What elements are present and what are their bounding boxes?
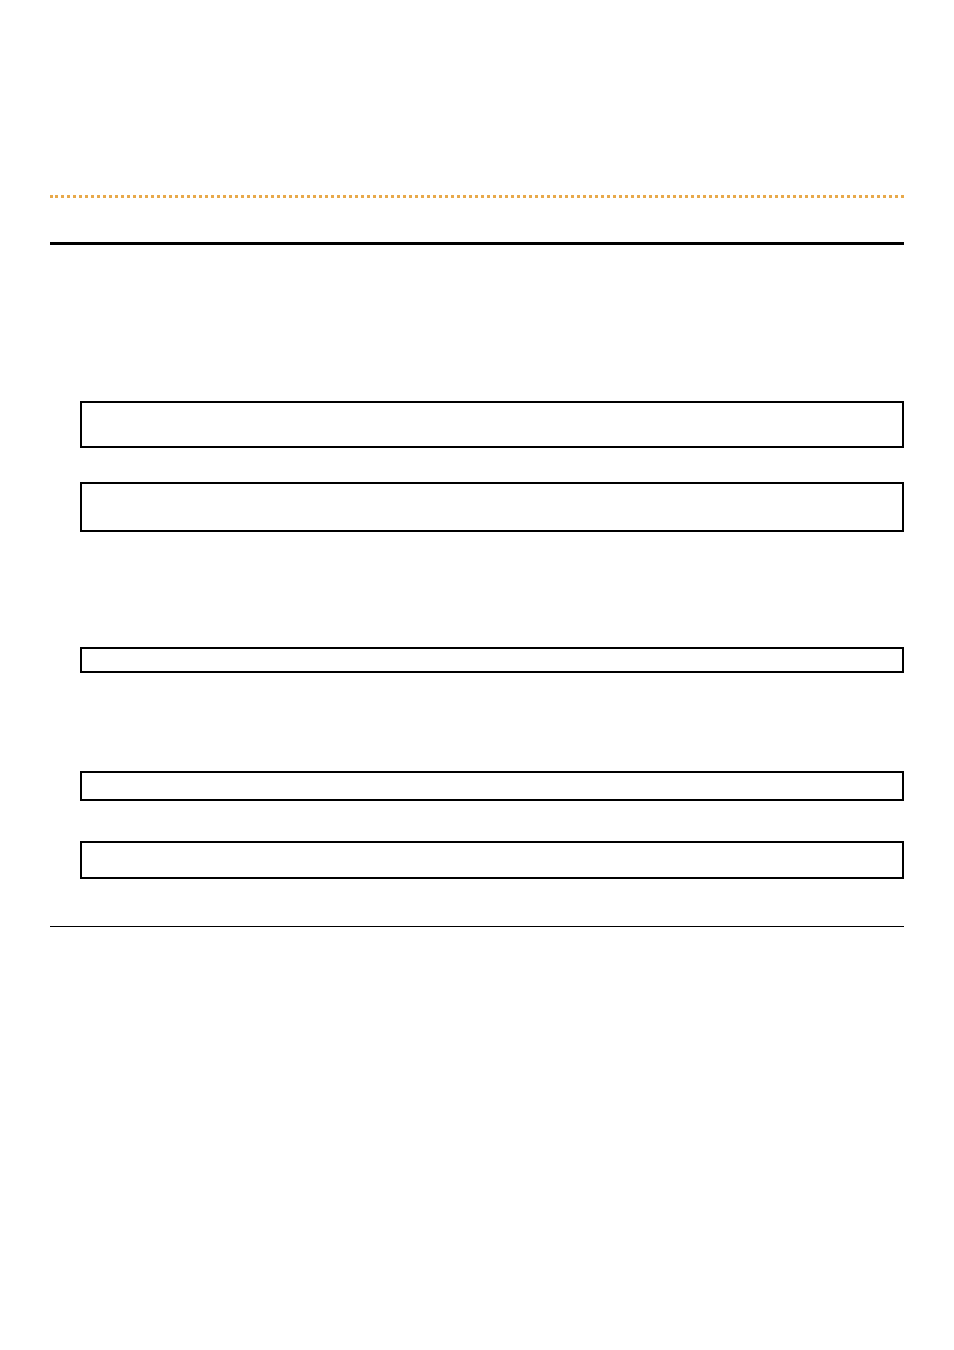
input-box-5[interactable] [80,841,904,879]
section-divider-bottom [50,926,904,927]
input-box-1[interactable] [80,401,904,448]
input-box-4[interactable] [80,771,904,801]
input-box-3[interactable] [80,647,904,673]
input-box-2[interactable] [80,482,904,532]
section-divider-top [50,242,904,245]
box-container [50,401,904,879]
dotted-divider [50,195,904,198]
